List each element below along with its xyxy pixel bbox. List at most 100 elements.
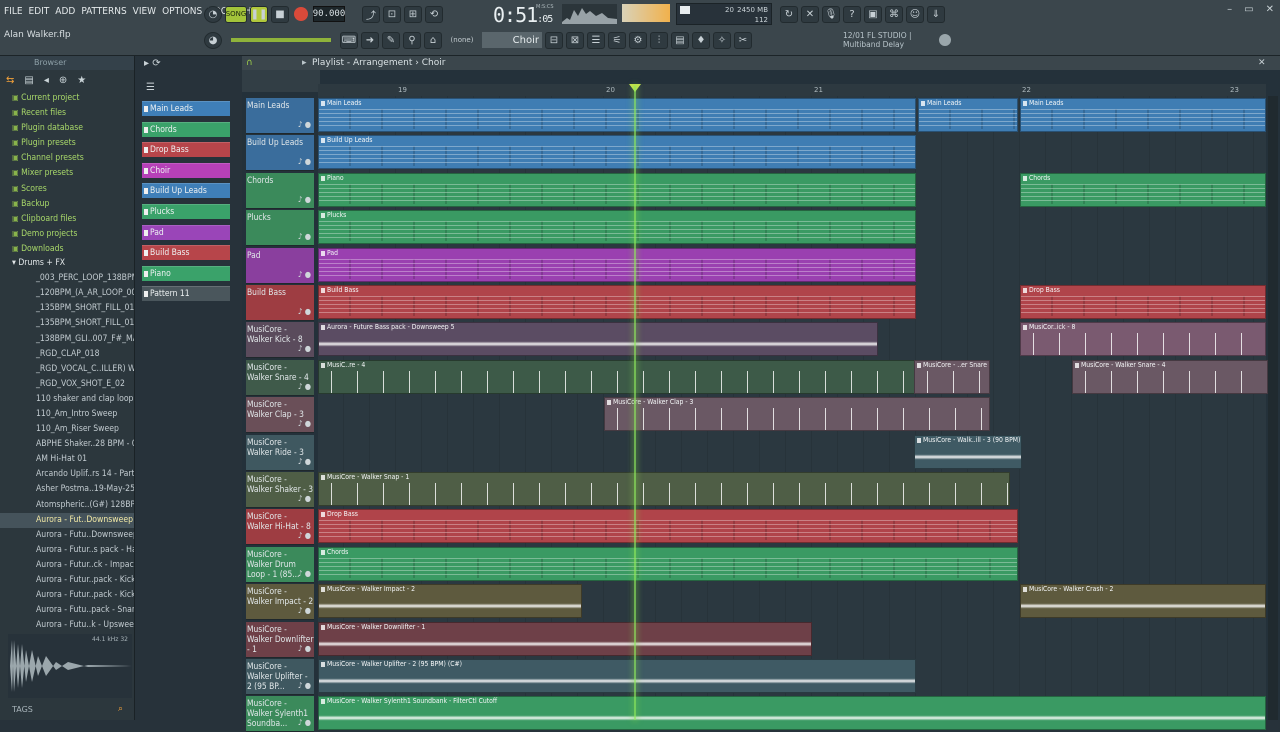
playlist-clip[interactable]: Main Leads [918, 98, 1018, 132]
browser-section[interactable]: Clipboard files [0, 211, 134, 226]
plugin-picker-icon[interactable]: ⚙ [629, 31, 647, 49]
browser-file-icon[interactable]: ▤ [24, 75, 33, 86]
countdown-icon[interactable]: ⊞ [404, 5, 422, 23]
playlist-clip[interactable]: Pad [318, 247, 916, 282]
track-header[interactable]: MusiCore - Walker Kick - 8 ♪ ● [246, 322, 314, 359]
browser-section[interactable]: Scores [0, 181, 134, 196]
pattern-item[interactable]: Chords [142, 121, 230, 137]
browser-file[interactable]: _138BPM_GLI..007_F#_MAJ [0, 332, 134, 347]
piano-roll-icon[interactable]: ☰ [587, 31, 605, 49]
pattern-item[interactable]: Build Up Leads [142, 183, 230, 199]
browser-file[interactable]: AM Hi-Hat 01 [0, 452, 134, 467]
pattern-item[interactable]: Drop Bass [142, 142, 230, 158]
playlist-clip[interactable]: MusiCor..ick - 8 [1020, 322, 1266, 357]
track-mute-icon[interactable]: ♪ ● [298, 270, 311, 280]
playlist-clip[interactable]: MusiCore - ..er Snare - 6 [914, 359, 990, 394]
menu-patterns[interactable]: PATTERNS [81, 6, 126, 17]
search-icon[interactable]: ⌕ [118, 704, 123, 714]
browser-file[interactable]: _120BPM_(A_AR_LOOP_003 [0, 286, 134, 301]
browser-icon[interactable]: ⚟ [608, 31, 626, 49]
browser-file[interactable]: ABPHE Shaker..28 BPM - 01 [0, 437, 134, 452]
browser-section[interactable]: Recent files [0, 105, 134, 120]
browser-file[interactable]: _RGD_VOCAL_C..ILLER) Wet [0, 362, 134, 377]
arrangement-grid[interactable]: Main Leads Main Leads Main Leads Build Up L… [318, 96, 1268, 731]
master-volume-knob[interactable]: ◔ [204, 5, 222, 23]
browser-file[interactable]: _135BPM_SHORT_FILL_012 [0, 316, 134, 331]
browser-section[interactable]: Plugin presets [0, 135, 134, 150]
pattern-item[interactable]: Plucks [142, 204, 230, 219]
track-mute-icon[interactable]: ♪ ● [298, 569, 311, 579]
playlist-clip[interactable]: MusiCore - Walker Snare - 4 [1072, 359, 1268, 394]
browser-file[interactable]: _RGD_VOX_SHOT_E_02 [0, 377, 134, 392]
vertical-scrollbar[interactable] [1268, 96, 1278, 720]
playlist-clip[interactable]: Build Bass [318, 285, 916, 319]
chat-icon[interactable]: ☺ [906, 5, 924, 23]
pattern-item[interactable]: Build Bass [142, 245, 230, 261]
playlist-clip[interactable]: MusiCore - Walker Sylenth1 Soundbank - F… [318, 696, 1266, 731]
save-icon[interactable]: ▣ [864, 5, 882, 23]
track-header[interactable]: MusiCore - Walker Downlifter - 1 ♪ ● [246, 621, 314, 658]
track-mute-icon[interactable]: ♪ ● [298, 419, 311, 429]
menu-view[interactable]: VIEW [133, 6, 156, 17]
track-header[interactable]: MusiCore - Walker Snare - 4 ♪ ● [246, 359, 314, 396]
browser-file[interactable]: 110_Am_Intro Sweep [0, 407, 134, 422]
snap-selector[interactable]: (none) [445, 33, 479, 47]
tempo-field[interactable]: 90.000 [313, 6, 345, 22]
pitch-knob[interactable]: ◕ [204, 31, 222, 49]
menu-options[interactable]: OPTIONS [162, 6, 202, 17]
touch-keyboard-icon[interactable]: ♦ [692, 31, 710, 49]
browser-sync-icon[interactable]: ⊕ [59, 75, 67, 86]
browser-file[interactable]: Asher Postma..19-May-25_3 [0, 482, 134, 497]
play-button[interactable]: ❚❚ [250, 5, 268, 23]
download-icon[interactable]: ⇓ [927, 5, 945, 23]
playlist-clip[interactable]: MusiCore - Walker Snap - 1 [318, 472, 1010, 506]
browser-file[interactable]: Aurora - Futu..k - Upsweep 2 [0, 618, 134, 633]
pattern-item[interactable]: Choir [142, 162, 230, 178]
playlist-clip[interactable]: MusiCore - Walker Uplifter - 2 (95 BPM) … [318, 659, 916, 693]
track-header[interactable]: MusiCore - Walker Sylenth1 Soundba... ♪ ● [246, 696, 314, 732]
close-icon[interactable]: ✕ [1266, 4, 1274, 15]
tags-label[interactable]: TAGS [12, 705, 33, 714]
track-mute-icon[interactable]: ♪ ● [298, 494, 311, 504]
playlist-clip[interactable]: Build Up Leads [318, 135, 916, 170]
track-header[interactable]: MusiCore - Walker Clap - 3 ♪ ● [246, 397, 314, 434]
track-mute-icon[interactable]: ♪ ● [298, 606, 311, 616]
browser-file[interactable]: _135BPM_SHORT_FILL_010 [0, 301, 134, 316]
browser-section[interactable]: Channel presets [0, 150, 134, 165]
refresh-icon[interactable]: ↻ [780, 5, 798, 23]
browser-file[interactable]: Aurora - Futur..s pack - Hat 4 [0, 543, 134, 558]
globe-icon[interactable] [939, 34, 951, 46]
keyboard-icon[interactable]: ⌨ [340, 31, 358, 49]
track-mute-icon[interactable]: ♪ ● [298, 681, 311, 691]
playlist-clip[interactable]: Aurora - Future Bass pack - Downsweep 5 [318, 322, 878, 357]
link-icon[interactable]: ⚲ [403, 31, 421, 49]
channel-rack-icon[interactable]: ⊠ [566, 31, 584, 49]
menu-add[interactable]: ADD [55, 6, 75, 17]
track-header[interactable]: Chords ♪ ● [246, 172, 314, 209]
playlist-clip[interactable]: Chords [1020, 172, 1266, 207]
browser-section[interactable]: Mixer presets [0, 165, 134, 180]
mixer-icon[interactable]: ⊟ [545, 31, 563, 49]
mic-icon[interactable]: 🎙 [822, 5, 840, 23]
browser-file[interactable]: Aurora - Futur..pack - Kick 2 [0, 573, 134, 588]
maximize-icon[interactable]: ▭ [1244, 4, 1253, 15]
clip-icon[interactable]: ▤ [671, 31, 689, 49]
stop-button[interactable]: ■ [271, 5, 289, 23]
track-header[interactable]: MusiCore - Walker Drum Loop - 1 (85... ♪ … [246, 546, 314, 583]
track-header[interactable]: MusiCore - Walker Shaker - 3 ♪ ● [246, 472, 314, 508]
timeline-ruler[interactable]: 19 20 21 22 23 [318, 84, 1266, 96]
cut-icon[interactable]: ✂ [734, 31, 752, 49]
browser-file[interactable]: _003_PERC_LOOP_138BPM [0, 271, 134, 286]
playlist-clip[interactable]: Piano [318, 172, 916, 207]
browser-file[interactable]: Atomspheric..(G#) 128BPM [0, 498, 134, 513]
browser-file[interactable]: Aurora - Fut..Downsweep 3 [0, 512, 134, 528]
track-header[interactable]: Build Bass ♪ ● [246, 285, 314, 321]
performance-icon[interactable]: ✧ [713, 31, 731, 49]
browser-file[interactable]: Aurora - Futu..Downsweep 5 [0, 528, 134, 543]
pattern-picker-toggle-icon[interactable]: ▸ ⟳ [144, 58, 161, 69]
pattern-item[interactable]: Pattern 11 [142, 286, 230, 302]
browser-section[interactable]: Downloads [0, 241, 134, 256]
track-mute-icon[interactable]: ♪ ● [298, 232, 311, 242]
playlist-clip[interactable]: Drop Bass [1020, 285, 1266, 319]
browser-file[interactable]: _RGD_CLAP_018 [0, 347, 134, 362]
